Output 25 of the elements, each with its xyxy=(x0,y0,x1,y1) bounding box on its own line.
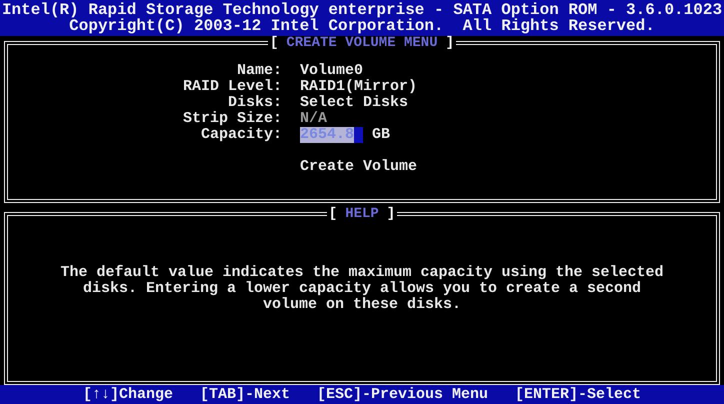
panel-title: CREATE VOLUME MENU xyxy=(285,34,439,51)
field-label: Strip Size: xyxy=(182,110,282,127)
field-value[interactable]: RAID1(Mirror) xyxy=(300,78,418,95)
field-label: Name: xyxy=(236,62,282,79)
field-label: Disks: xyxy=(226,94,282,111)
bracket: [ xyxy=(268,34,280,51)
bracket: ] xyxy=(386,206,396,222)
bracket: [ xyxy=(328,206,338,222)
key-hint: [TAB]-Next xyxy=(200,385,290,404)
field-value[interactable]: Select Disks xyxy=(300,94,408,111)
field-label: Capacity: xyxy=(200,126,282,143)
bracket: ] xyxy=(444,34,456,51)
key-hint: [ESC]-Previous Menu xyxy=(316,385,488,404)
create-volume-option[interactable]: Create Volume xyxy=(300,158,418,175)
unit-label: GB xyxy=(372,126,390,143)
help-text: The default value indicates the maximum capacity using the selected disks. Entering a lower capacity allows you to create a second volume on these disks. xyxy=(59,265,665,314)
copyright-text: Copyright(C) 2003-12 Intel Corporation. All Rights Reserved. xyxy=(69,18,655,34)
field-value[interactable]: Volume0 xyxy=(300,62,364,79)
field-value: N/A xyxy=(300,110,328,127)
panel-title: HELP xyxy=(344,206,380,222)
text-cursor xyxy=(354,126,364,143)
field-label: RAID Level: xyxy=(182,78,282,95)
key-hint: [ENTER]-Select xyxy=(515,385,642,404)
rom-title: Intel(R) Rapid Storage Technology enterprise - SATA Option ROM - 3.6.0.1023 xyxy=(2,2,722,18)
key-hint: [↑↓]Change xyxy=(82,385,173,404)
